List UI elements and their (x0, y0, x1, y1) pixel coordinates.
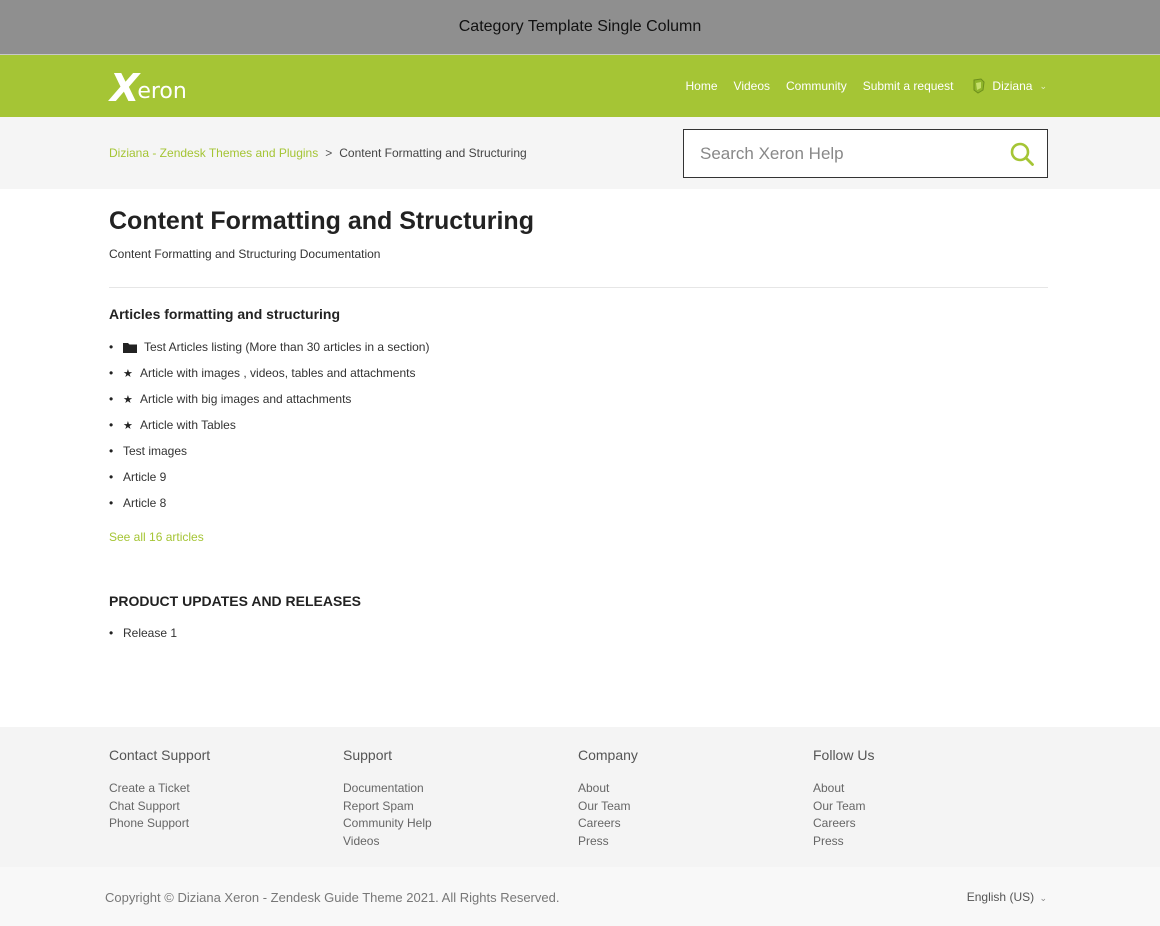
footer-column-contact-support: Contact Support Create a Ticket Chat Sup… (109, 747, 210, 833)
user-avatar-icon (971, 78, 987, 94)
footer-link[interactable]: Careers (813, 815, 874, 833)
article-link[interactable]: Article 8 (123, 496, 166, 510)
section-title[interactable]: Articles formatting and structuring (109, 306, 340, 322)
search-icon[interactable] (1009, 141, 1035, 167)
footer-link[interactable]: Documentation (343, 780, 432, 798)
footer-link[interactable]: Community Help (343, 815, 432, 833)
article-list: • Release 1 (109, 620, 177, 646)
footer-link[interactable]: Create a Ticket (109, 780, 210, 798)
list-item[interactable]: • ★ Article with images , videos, tables… (109, 360, 429, 386)
article-list: • Test Articles listing (More than 30 ar… (109, 334, 429, 516)
search-input[interactable] (684, 130, 1004, 177)
list-item[interactable]: • Article 8 (109, 490, 429, 516)
subheader: Diziana - Zendesk Themes and Plugins > C… (0, 117, 1160, 189)
folder-icon (123, 342, 140, 353)
page-title: Content Formatting and Structuring (109, 207, 534, 235)
article-link[interactable]: Test images (123, 444, 187, 458)
breadcrumb: Diziana - Zendesk Themes and Plugins > C… (109, 146, 527, 160)
footer-link[interactable]: Our Team (813, 798, 874, 816)
footer-column-support: Support Documentation Report Spam Commun… (343, 747, 432, 851)
footer-link[interactable]: Our Team (578, 798, 638, 816)
footer-column-title: Contact Support (109, 747, 211, 763)
logo-text: eron (137, 79, 187, 104)
main-nav: Home Videos Community Submit a request D… (686, 55, 1047, 117)
footer-link[interactable]: About (813, 780, 874, 798)
footer-link[interactable]: Phone Support (109, 815, 210, 833)
site-footer: Contact Support Create a Ticket Chat Sup… (0, 727, 1160, 867)
star-icon: ★ (123, 367, 133, 380)
bullet: • (109, 418, 114, 432)
footer-link[interactable]: About (578, 780, 638, 798)
logo-mark: X (110, 66, 139, 110)
user-name: Diziana (992, 79, 1033, 93)
divider (109, 287, 1048, 288)
language-selector[interactable]: English (US) ⌄ (967, 890, 1047, 904)
chevron-down-icon: ⌄ (1039, 893, 1047, 903)
article-link[interactable]: Article with images , videos, tables and… (140, 366, 415, 380)
nav-community[interactable]: Community (786, 79, 847, 93)
article-link[interactable]: Test Articles listing (More than 30 arti… (144, 340, 429, 354)
article-link[interactable]: Release 1 (123, 626, 177, 640)
chevron-down-icon: ⌄ (1039, 80, 1047, 91)
bullet: • (109, 626, 114, 640)
breadcrumb-separator: > (325, 146, 333, 160)
footer-link[interactable]: Press (813, 833, 874, 851)
list-item[interactable]: • Article 9 (109, 464, 429, 490)
breadcrumb-current: Content Formatting and Structuring (339, 146, 527, 160)
search-box (683, 129, 1048, 178)
bullet: • (109, 392, 114, 406)
nav-submit-request[interactable]: Submit a request (863, 79, 954, 93)
footer-bottom-bar: Copyright © Diziana Xeron - Zendesk Guid… (0, 867, 1160, 926)
footer-column-title: Company (578, 747, 638, 763)
footer-column-follow-us: Follow Us About Our Team Careers Press (813, 747, 874, 851)
nav-videos[interactable]: Videos (734, 79, 770, 93)
footer-link[interactable]: Press (578, 833, 638, 851)
bullet: • (109, 444, 114, 458)
list-item[interactable]: • ★ Article with big images and attachme… (109, 386, 429, 412)
bullet: • (109, 470, 114, 484)
star-icon: ★ (123, 419, 133, 432)
window-title-bar: Category Template Single Column (0, 0, 1160, 55)
site-header: X eron Home Videos Community Submit a re… (0, 55, 1160, 117)
breadcrumb-home-link[interactable]: Diziana - Zendesk Themes and Plugins (109, 146, 318, 160)
footer-link[interactable]: Videos (343, 833, 432, 851)
article-link[interactable]: Article with Tables (140, 418, 236, 432)
footer-link[interactable]: Report Spam (343, 798, 432, 816)
xeron-logo[interactable]: X eron (110, 66, 187, 110)
footer-link[interactable]: Careers (578, 815, 638, 833)
footer-column-title: Support (343, 747, 393, 763)
window-title: Category Template Single Column (458, 18, 702, 35)
star-icon: ★ (123, 393, 133, 406)
footer-column-company: Company About Our Team Careers Press (578, 747, 638, 851)
list-item[interactable]: • ★ Article with Tables (109, 412, 429, 438)
list-item[interactable]: • Release 1 (109, 620, 177, 646)
section-title[interactable]: PRODUCT UPDATES AND RELEASES (109, 593, 361, 609)
nav-home[interactable]: Home (686, 79, 718, 93)
footer-column-title: Follow Us (813, 747, 875, 763)
see-all-articles-link[interactable]: See all 16 articles (109, 530, 204, 544)
category-description: Content Formatting and Structuring Docum… (109, 247, 381, 261)
bullet: • (109, 366, 114, 380)
footer-link[interactable]: Chat Support (109, 798, 210, 816)
bullet: • (109, 340, 114, 354)
article-link[interactable]: Article with big images and attachments (140, 392, 351, 406)
article-link[interactable]: Article 9 (123, 470, 166, 484)
user-menu[interactable]: Diziana ⌄ (971, 78, 1047, 94)
bullet: • (109, 496, 114, 510)
list-item[interactable]: • Test images (109, 438, 429, 464)
language-label: English (US) (966, 890, 1035, 904)
copyright-text: Copyright © Diziana Xeron - Zendesk Guid… (105, 890, 560, 905)
list-item[interactable]: • Test Articles listing (More than 30 ar… (109, 334, 429, 360)
